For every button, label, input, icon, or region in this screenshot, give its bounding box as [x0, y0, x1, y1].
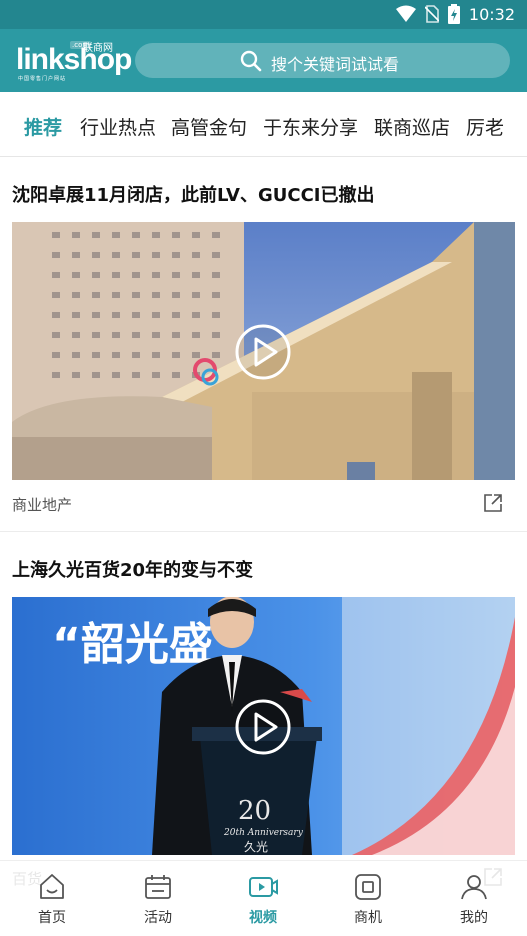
opportunity-icon — [355, 874, 381, 900]
tab-li-lao[interactable]: 厉老 — [466, 113, 504, 140]
status-icons: 10:32 — [395, 4, 515, 24]
tab-recommend[interactable]: 推荐 — [24, 113, 62, 140]
status-time: 10:32 — [468, 4, 515, 24]
profile-icon — [461, 875, 487, 900]
logo-subtitle: 中国零售门户网站 — [18, 76, 67, 82]
brand-cn-text: 久光 — [244, 840, 268, 854]
search-input[interactable]: 搜个关键词试试看 — [135, 43, 510, 78]
calendar-icon — [145, 875, 171, 899]
battery-charging-icon — [447, 4, 460, 24]
video-title[interactable]: 上海久光百货20年的变与不变 — [12, 556, 253, 582]
nav-activity[interactable]: 活动 — [123, 871, 193, 931]
nav-opportunity[interactable]: 商机 — [333, 871, 403, 931]
nav-profile[interactable]: 我的 — [439, 871, 509, 931]
anniversary-text: 20th Anniversary — [223, 828, 304, 838]
app-bar: .com 联商网 linkshop 中国零售门户网站 搜个关键词试试看 — [0, 29, 527, 92]
video-title[interactable]: 沈阳卓展11月闭店，此前LV、GUCCI已撤出 — [12, 181, 374, 207]
tab-store-tour[interactable]: 联商巡店 — [374, 113, 450, 140]
nav-profile-label: 我的 — [460, 910, 488, 926]
wifi-icon — [395, 5, 416, 22]
tab-industry-hot[interactable]: 行业热点 — [80, 113, 156, 140]
status-bar: 10:32 — [0, 0, 527, 29]
divider — [0, 531, 527, 532]
share-icon[interactable] — [482, 492, 504, 514]
play-icon[interactable] — [234, 698, 292, 756]
nav-home[interactable]: 首页 — [17, 871, 87, 931]
no-sim-icon — [424, 5, 439, 23]
tab-executive-quotes[interactable]: 高管金句 — [171, 113, 247, 140]
category-label: 商业地产 — [12, 496, 73, 514]
logo-text: linkshop — [16, 43, 132, 76]
home-icon — [40, 874, 64, 899]
nav-video-label: 视频 — [249, 910, 277, 926]
video-thumbnail[interactable]: “韶光盛 20 20th Anniversary 久光 — [12, 597, 515, 855]
nav-opportunity-label: 商机 — [354, 910, 382, 926]
category-tabs: 推荐 行业热点 高管金句 于东来分享 联商巡店 厉老 — [0, 92, 527, 157]
banner-quote-text: “韶光盛 — [52, 619, 213, 670]
video-thumbnail[interactable] — [12, 222, 515, 480]
bottom-navigation: 首页 活动 视频 商机 我的 — [0, 860, 527, 936]
video-icon — [249, 877, 278, 897]
play-icon[interactable] — [234, 323, 292, 381]
tab-yu-donglai[interactable]: 于东来分享 — [263, 113, 358, 140]
linkshop-logo[interactable]: .com 联商网 linkshop 中国零售门户网站 — [16, 39, 132, 83]
nav-activity-label: 活动 — [144, 910, 172, 926]
search-icon — [240, 50, 262, 72]
nav-video[interactable]: 视频 — [228, 871, 298, 931]
search-placeholder: 搜个关键词试试看 — [271, 55, 400, 74]
anniversary-20-text: 20 — [238, 796, 271, 826]
nav-home-label: 首页 — [38, 910, 66, 926]
